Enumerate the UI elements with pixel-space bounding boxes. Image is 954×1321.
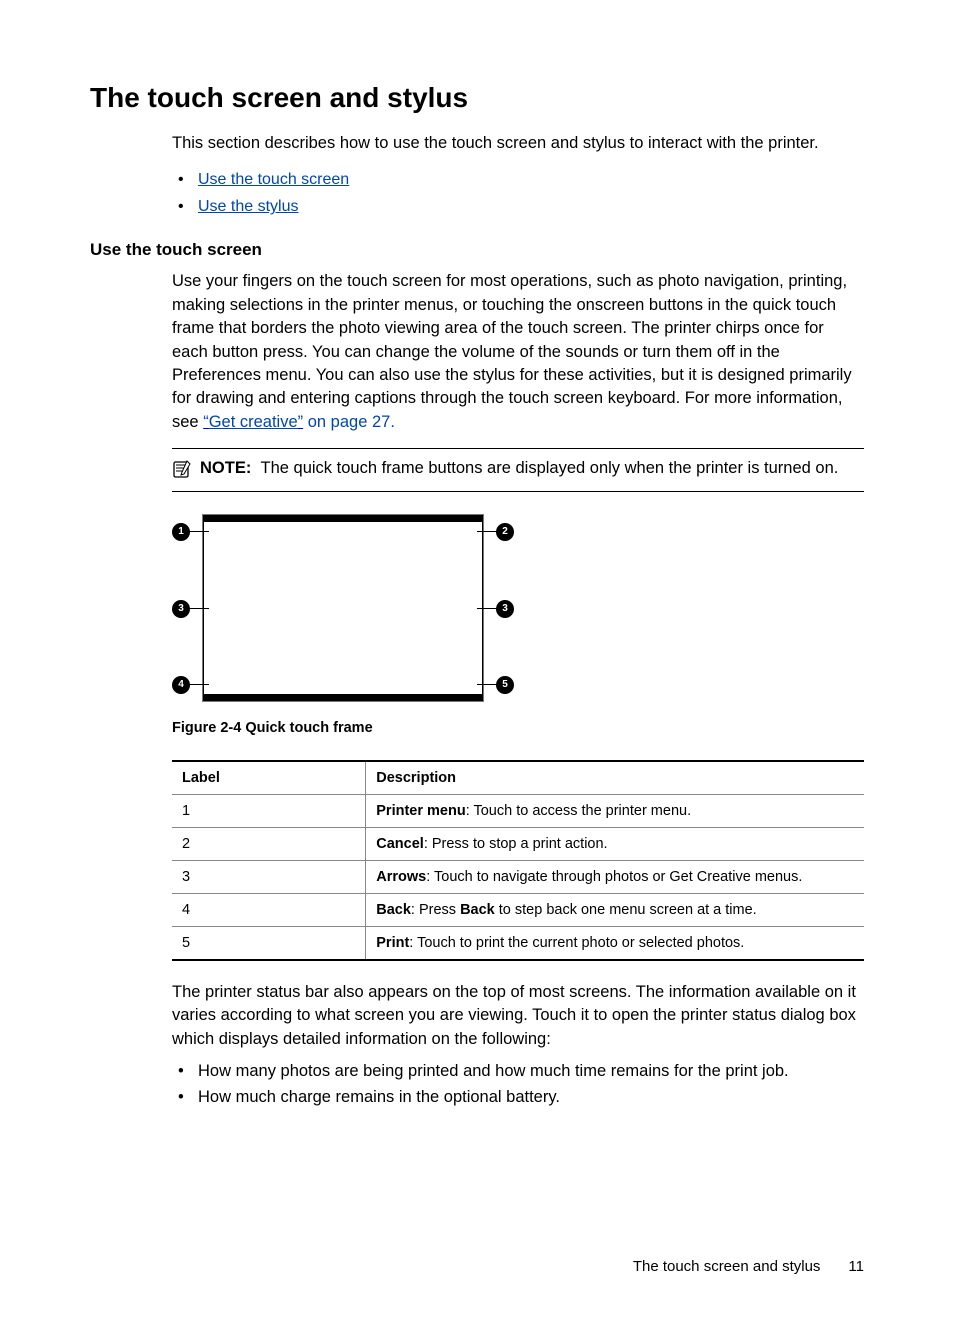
cell-label: 5 [172,926,366,960]
description-table: Label Description 1 Printer menu: Touch … [172,760,864,961]
link-use-stylus[interactable]: Use the stylus [198,198,298,215]
cell-desc: Print: Touch to print the current photo … [366,926,864,960]
note-label: NOTE: [200,459,251,477]
cell-desc: Back: Press Back to step back one menu s… [366,893,864,926]
section-heading: Use the touch screen [90,240,864,260]
frame-inner [204,522,482,694]
paragraph-text: Use your fingers on the touch screen for… [172,272,852,431]
section-paragraph: Use your fingers on the touch screen for… [172,270,864,434]
callout-5: 5 [496,676,514,694]
note-icon [172,459,192,479]
footer-title: The touch screen and stylus [633,1258,821,1275]
callout-1: 1 [172,523,190,541]
cell-label: 3 [172,860,366,893]
closing-paragraph: The printer status bar also appears on t… [172,981,864,1051]
cell-label: 2 [172,827,366,860]
link-list: Use the touch screen Use the stylus [172,166,864,220]
cell-label: 1 [172,794,366,827]
cell-desc: Cancel: Press to stop a print action. [366,827,864,860]
list-item: Use the touch screen [172,166,864,193]
note-body: The quick touch frame buttons are displa… [261,459,839,477]
note-text: NOTE: The quick touch frame buttons are … [200,457,838,480]
table-row: 5 Print: Touch to print the current phot… [172,926,864,960]
callout-4: 4 [172,676,190,694]
closing-bullet-list: How many photos are being printed and ho… [172,1059,864,1110]
callout-3-right: 3 [496,600,514,618]
cancel-icon [456,522,476,542]
link-get-creative[interactable]: “Get creative” [203,413,303,431]
print-icon [454,674,476,696]
callout-2: 2 [496,523,514,541]
figure-caption: Figure 2-4 Quick touch frame [172,720,864,736]
cell-desc: Printer menu: Touch to access the printe… [366,794,864,827]
printer-menu-icon [210,522,230,542]
note-box: NOTE: The quick touch frame buttons are … [172,448,864,491]
table-row: 3 Arrows: Touch to navigate through phot… [172,860,864,893]
page-footer: The touch screen and stylus 11 [633,1258,864,1275]
list-item: How much charge remains in the optional … [172,1085,864,1111]
paragraph-tail: on page 27. [303,413,395,431]
cell-desc: Arrows: Touch to navigate through photos… [366,860,864,893]
table-header-description: Description [366,761,864,795]
quick-touch-frame-diagram: 1 2 3 3 4 5 [172,514,514,702]
intro-paragraph: This section describes how to use the to… [172,132,864,156]
table-row: 1 Printer menu: Touch to access the prin… [172,794,864,827]
arrow-right-icon [456,598,478,620]
footer-page-number: 11 [848,1258,864,1275]
back-icon [208,674,230,696]
table-header-label: Label [172,761,366,795]
list-item: Use the stylus [172,193,864,220]
link-use-touch-screen[interactable]: Use the touch screen [198,171,349,188]
callout-3-left: 3 [172,600,190,618]
cell-label: 4 [172,893,366,926]
table-row: 2 Cancel: Press to stop a print action. [172,827,864,860]
table-row: 4 Back: Press Back to step back one menu… [172,893,864,926]
list-item: How many photos are being printed and ho… [172,1059,864,1085]
arrow-left-icon [208,598,230,620]
page-title: The touch screen and stylus [90,82,864,114]
